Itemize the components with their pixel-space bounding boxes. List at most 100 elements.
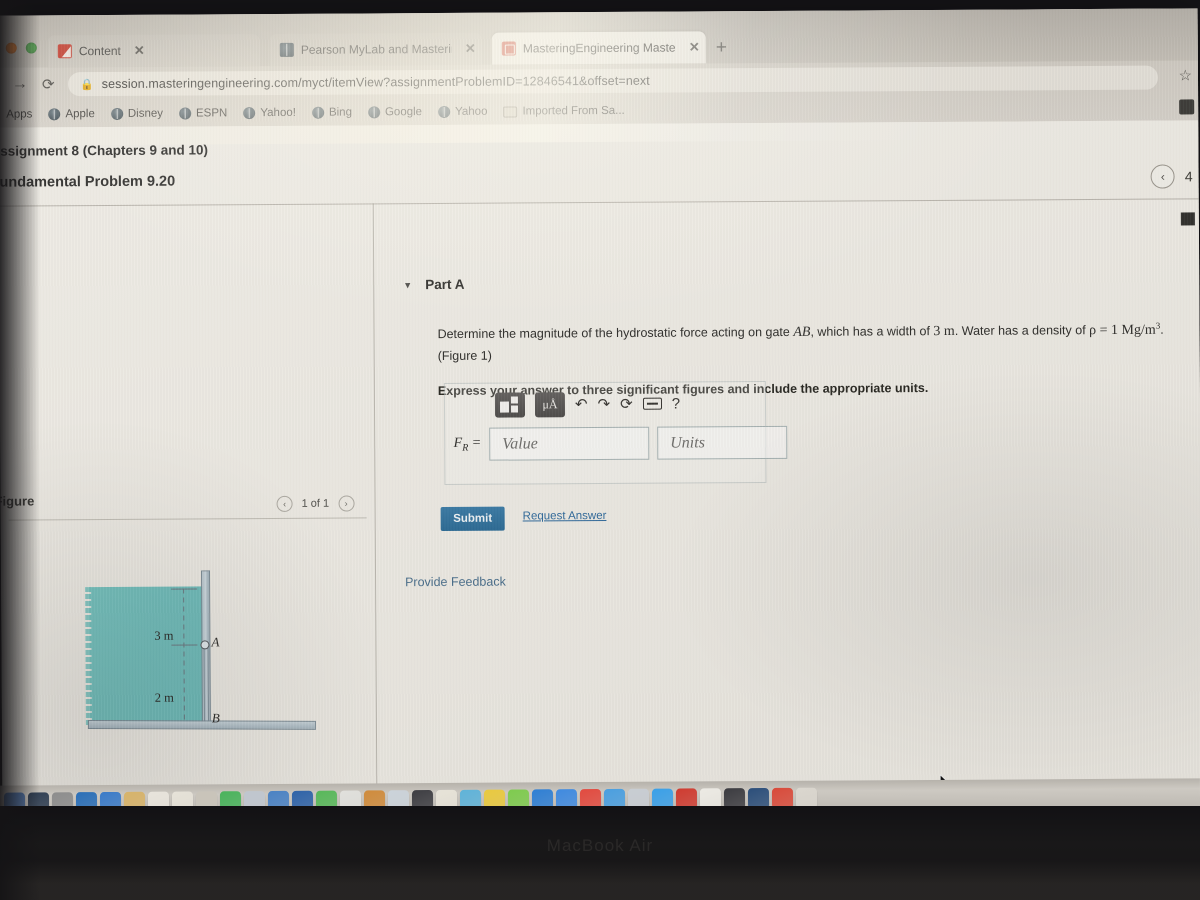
- part-header[interactable]: ▼ Part A: [403, 277, 464, 292]
- figure-reference-link[interactable]: (Figure 1): [438, 342, 1168, 367]
- bookmark-bing[interactable]: Bing: [311, 106, 352, 119]
- globe-icon: [243, 107, 256, 120]
- tab-label: Pearson MyLab and Mastering: [300, 41, 452, 57]
- question-mid2: . Water has a density of: [954, 323, 1090, 338]
- laptop-hinge: [0, 860, 1200, 900]
- reset-icon[interactable]: ⟳: [620, 395, 633, 413]
- bookmark-label: Yahoo!: [260, 106, 296, 120]
- browser-chrome: Content ✕ Pearson MyLab and Mastering ✕ …: [0, 8, 1199, 128]
- value-input[interactable]: Value: [489, 426, 650, 461]
- question-width-value: 3 m: [933, 323, 955, 340]
- browser-tab-content[interactable]: Content ✕: [47, 34, 260, 68]
- globe-icon: [438, 105, 451, 118]
- figure-prev-button[interactable]: ‹: [276, 495, 293, 512]
- bookmark-label: Bing: [328, 106, 352, 119]
- submit-button[interactable]: Submit: [440, 506, 505, 531]
- bookmark-yahoo-news[interactable]: Yahoo!: [243, 106, 296, 120]
- bookmark-label: Apple: [65, 108, 95, 121]
- dimension-tick-top: [171, 588, 198, 590]
- laptop-photo: Content ✕ Pearson MyLab and Mastering ✕ …: [0, 0, 1200, 900]
- globe-icon: [311, 106, 324, 119]
- keyboard-icon[interactable]: [642, 397, 662, 410]
- dimension-label-upper: 3 m: [154, 628, 174, 643]
- figure-pagination: ‹ 1 of 1 ›: [276, 495, 355, 512]
- answer-input-row: FR = Value Units: [447, 425, 788, 461]
- dimension-tick-mid: [171, 644, 198, 646]
- close-icon[interactable]: ✕: [465, 41, 476, 57]
- header-divider: [0, 198, 1199, 207]
- pdf-icon: [57, 44, 72, 59]
- panel-divider: [372, 203, 378, 804]
- assignment-title: Assignment 8 (Chapters 9 and 10): [0, 142, 209, 159]
- chevron-down-icon[interactable]: ▼: [403, 280, 412, 290]
- bookmark-label: Disney: [127, 107, 164, 120]
- tab-label: MasteringEngineering Masterin: [522, 40, 676, 56]
- sidebar-toggle-icon[interactable]: [1180, 212, 1195, 226]
- globe-icon: [48, 108, 61, 121]
- maximize-button[interactable]: [25, 42, 37, 54]
- bookmark-label: ESPN: [195, 107, 228, 120]
- browser-tab-mastering[interactable]: MasteringEngineering Masterin ✕: [491, 31, 706, 65]
- bookmark-imported-folder[interactable]: Imported From Sa...: [503, 104, 625, 118]
- folder-icon: [503, 105, 518, 118]
- provide-feedback-link[interactable]: Provide Feedback: [405, 575, 506, 590]
- reload-icon[interactable]: ⟳: [42, 75, 55, 93]
- bookmark-espn[interactable]: ESPN: [178, 107, 228, 120]
- part-title: Part A: [425, 276, 465, 293]
- bookmark-disney[interactable]: Disney: [110, 107, 164, 120]
- redo-icon[interactable]: ↷: [598, 395, 611, 413]
- laptop-screen: Content ✕ Pearson MyLab and Mastering ✕ …: [0, 8, 1200, 806]
- question-mid: , which has a width of: [810, 324, 934, 339]
- units-icon[interactable]: μÅ: [534, 391, 566, 417]
- page-title: Fundamental Problem 9.20: [0, 173, 176, 191]
- new-tab-button[interactable]: +: [716, 37, 727, 59]
- dimension-label-lower: 2 m: [154, 690, 174, 705]
- tab-strip: Content ✕ Pearson MyLab and Mastering ✕ …: [0, 8, 1198, 68]
- floor-base: [87, 719, 316, 730]
- previous-problem-button[interactable]: ‹: [1150, 164, 1175, 189]
- browser-tab-pearson[interactable]: Pearson MyLab and Mastering ✕: [269, 32, 482, 67]
- minimize-button[interactable]: [5, 42, 17, 54]
- bookmark-yahoo[interactable]: Yahoo: [438, 106, 487, 118]
- bookmark-star-icon[interactable]: ☆: [1178, 66, 1192, 84]
- bookmark-apps[interactable]: Apps: [6, 108, 32, 120]
- url-text: session.masteringengineering.com/myct/it…: [101, 73, 650, 92]
- extension-icon[interactable]: [1179, 99, 1195, 115]
- bookmark-apple[interactable]: Apple: [48, 108, 95, 121]
- question-main: Determine the magnitude of the hydrostat…: [437, 324, 794, 342]
- hydrostatic-gate-figure[interactable]: A B 3 m 2 m: [79, 566, 340, 748]
- globe-icon: [367, 106, 380, 119]
- lock-icon: 🔒: [79, 78, 94, 91]
- undo-icon[interactable]: ↶: [575, 395, 588, 413]
- bookmark-label: Apps: [6, 108, 33, 121]
- mastering-icon: [501, 41, 516, 56]
- figure-page-counter: 1 of 1: [301, 497, 330, 510]
- page-content: Assignment 8 (Chapters 9 and 10) Fundame…: [0, 120, 1200, 806]
- forward-icon[interactable]: →: [12, 75, 28, 93]
- problem-counter: 4: [1184, 168, 1193, 185]
- device-brand-text: MacBook Air: [546, 836, 654, 855]
- request-answer-link[interactable]: Request Answer: [523, 510, 607, 523]
- units-input[interactable]: Units: [657, 425, 788, 460]
- bookmark-label: Imported From Sa...: [522, 104, 625, 118]
- label-point-a: A: [211, 634, 220, 650]
- figure-divider: [8, 517, 367, 521]
- window-controls[interactable]: [5, 42, 37, 54]
- globe-icon: [178, 107, 192, 120]
- question-end: .: [1160, 322, 1164, 337]
- close-icon[interactable]: ✕: [689, 39, 700, 55]
- question-gate-label: AB: [793, 324, 811, 340]
- question-density-value: ρ = 1 Mg/m: [1089, 322, 1156, 339]
- globe-icon: [279, 42, 294, 57]
- bookmark-google[interactable]: Google: [367, 106, 422, 119]
- help-icon[interactable]: ?: [672, 395, 680, 412]
- units-icon-label: μÅ: [542, 396, 558, 411]
- hinge-point-a: [200, 640, 210, 650]
- bookmark-label: Yahoo: [455, 105, 488, 118]
- template-icon[interactable]: [494, 391, 526, 418]
- figure-next-button[interactable]: ›: [338, 495, 355, 512]
- close-icon[interactable]: ✕: [134, 43, 145, 59]
- label-point-b: B: [211, 710, 220, 726]
- gate-ab: [203, 644, 209, 723]
- answer-toolbar: μÅ ↶ ↷ ⟳ ?: [494, 389, 680, 420]
